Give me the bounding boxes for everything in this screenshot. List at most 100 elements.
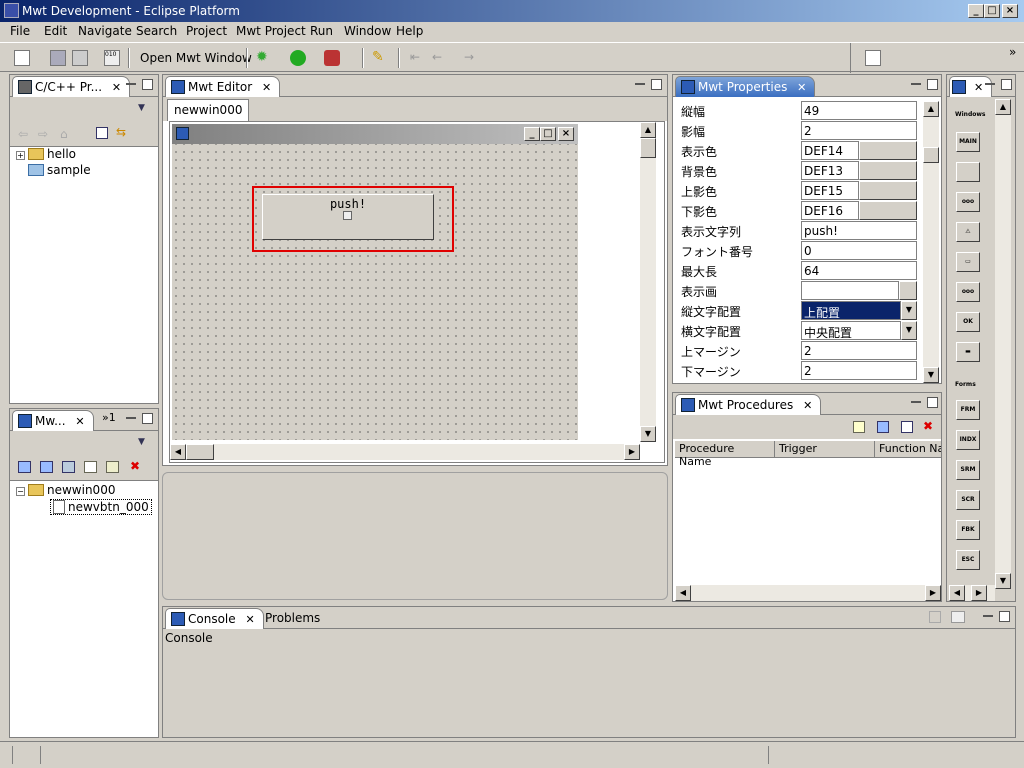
link-editor-icon[interactable]: ⇆ [116, 125, 126, 139]
property-value[interactable]: 中央配置 [801, 321, 901, 340]
palette-form-item[interactable]: FRM [956, 400, 980, 420]
color-picker-button[interactable] [859, 181, 917, 200]
minimize-icon[interactable] [126, 417, 136, 419]
delete-icon[interactable]: ✖ [130, 459, 140, 473]
menu-mwt-project[interactable]: Mwt Project [236, 24, 306, 38]
palette-form-item[interactable]: ESC [956, 550, 980, 570]
close-button[interactable]: × [1002, 4, 1018, 18]
new-form-icon[interactable] [40, 461, 53, 473]
maximize-icon[interactable] [999, 611, 1010, 622]
column-function-name[interactable]: Function Na [875, 441, 941, 458]
dropdown-arrow-icon[interactable]: ▼ [901, 301, 917, 320]
tree-item-newwin000[interactable]: − newwin000 [16, 483, 115, 497]
scroll-down-icon[interactable]: ▼ [923, 367, 939, 383]
nav-forward-icon[interactable]: → [464, 50, 480, 66]
new-procedure-icon[interactable] [853, 421, 865, 433]
palette-vscrollbar[interactable]: ▲ ▼ [995, 99, 1011, 589]
maximize-icon[interactable] [927, 397, 938, 408]
scroll-right-icon[interactable]: ▶ [971, 585, 987, 601]
brush-icon[interactable]: ✎ [372, 50, 388, 66]
property-value[interactable]: DEF16 [801, 201, 859, 220]
maximize-icon[interactable] [927, 79, 938, 90]
new-icon[interactable] [14, 50, 30, 66]
maximize-icon[interactable] [651, 79, 662, 90]
console-tab[interactable]: Console ✕ [165, 608, 264, 629]
property-value[interactable]: DEF14 [801, 141, 859, 160]
menu-edit[interactable]: Edit [44, 24, 67, 38]
scroll-left-icon[interactable]: ◀ [949, 585, 965, 601]
minimize-button[interactable]: _ [968, 4, 984, 18]
minimize-icon[interactable] [911, 83, 921, 85]
scroll-down-icon[interactable]: ▼ [640, 426, 656, 442]
menu-project[interactable]: Project [186, 24, 227, 38]
binary-icon[interactable]: 010 [104, 50, 120, 66]
scroll-right-icon[interactable]: ▶ [624, 444, 640, 460]
editor-vscrollbar[interactable]: ▲ ▼ [640, 122, 656, 442]
expand-icon[interactable]: + [16, 151, 25, 160]
menu-window[interactable]: Window [344, 24, 391, 38]
pin-console-icon[interactable] [929, 611, 941, 623]
console-output[interactable] [163, 647, 1015, 737]
maximize-icon[interactable] [142, 413, 153, 424]
resize-handle[interactable] [343, 211, 352, 220]
minimize-icon[interactable] [983, 615, 993, 617]
paste-icon[interactable] [106, 461, 119, 473]
palette-window-item[interactable]: ⚠ [956, 222, 980, 242]
overflow-icon[interactable]: » [1009, 45, 1016, 59]
scroll-up-icon[interactable]: ▲ [923, 101, 939, 117]
tree-item-sample[interactable]: sample [28, 163, 91, 177]
close-icon[interactable]: ✕ [974, 81, 983, 94]
collapse-icon[interactable]: − [16, 487, 25, 496]
property-value[interactable]: 2 [801, 361, 917, 380]
palette-window-item[interactable]: MAIN [956, 132, 980, 152]
property-value[interactable]: push! [801, 221, 917, 240]
mwt-properties-tab[interactable]: Mwt Properties ✕ [675, 76, 816, 97]
procedures-hscrollbar[interactable]: ◀ ▶ [675, 585, 941, 601]
scroll-down-icon[interactable]: ▼ [995, 573, 1011, 589]
minimize-icon[interactable] [126, 83, 136, 85]
close-icon[interactable]: ✕ [803, 399, 812, 412]
menu-help[interactable]: Help [396, 24, 423, 38]
display-console-icon[interactable] [951, 611, 965, 623]
palette-window-item[interactable] [956, 162, 980, 182]
close-icon[interactable]: ✕ [797, 81, 806, 94]
minimize-icon[interactable] [911, 401, 921, 403]
open-perspective-icon[interactable] [865, 50, 881, 66]
hierarchy-icon[interactable] [62, 461, 75, 473]
palette-form-item[interactable]: SCR [956, 490, 980, 510]
push-button-widget[interactable]: push! [262, 194, 434, 240]
scroll-up-icon[interactable]: ▲ [640, 122, 656, 138]
close-icon[interactable]: ✕ [245, 613, 254, 626]
open-procedure-icon[interactable] [901, 421, 913, 433]
scroll-right-icon[interactable]: ▶ [925, 585, 941, 601]
run-icon[interactable] [290, 50, 306, 66]
up-icon[interactable]: ⌂ [60, 127, 68, 141]
color-picker-button[interactable] [859, 201, 917, 220]
debug-icon[interactable]: ✹ [256, 50, 272, 66]
minimize-icon[interactable] [635, 83, 645, 85]
editor-page-tab[interactable]: newwin000 [167, 99, 250, 121]
property-value[interactable] [801, 281, 899, 300]
property-value[interactable]: DEF15 [801, 181, 859, 200]
palette-window-item[interactable]: OK [956, 312, 980, 332]
save-icon[interactable] [50, 50, 66, 66]
delete-icon[interactable]: ✖ [923, 419, 933, 433]
back-icon[interactable]: ⇤ [410, 50, 426, 66]
designed-window[interactable]: _ □ × push! [172, 124, 578, 440]
collapse-all-icon[interactable] [96, 127, 108, 139]
property-value[interactable]: 2 [801, 341, 917, 360]
menu-file[interactable]: File [10, 24, 30, 38]
tree-item-newvbtn000[interactable]: newvbtn_000 [50, 499, 152, 515]
view-menu-icon[interactable]: ▼ [138, 437, 145, 447]
browse-button[interactable] [899, 281, 917, 300]
color-picker-button[interactable] [859, 141, 917, 160]
forward-icon[interactable]: ⇨ [38, 127, 48, 141]
edit-procedure-icon[interactable] [877, 421, 889, 433]
maximize-button[interactable]: □ [984, 4, 1000, 18]
properties-vscrollbar[interactable]: ▲ ▼ [923, 101, 939, 383]
column-procedure-name[interactable]: Procedure Name [675, 441, 775, 468]
maximize-icon[interactable] [1001, 79, 1012, 90]
mwt-navigator-tab[interactable]: Mw... ✕ [12, 410, 94, 431]
open-mwt-window-button[interactable]: Open Mwt Window [140, 51, 252, 65]
new-window-icon[interactable] [18, 461, 31, 473]
